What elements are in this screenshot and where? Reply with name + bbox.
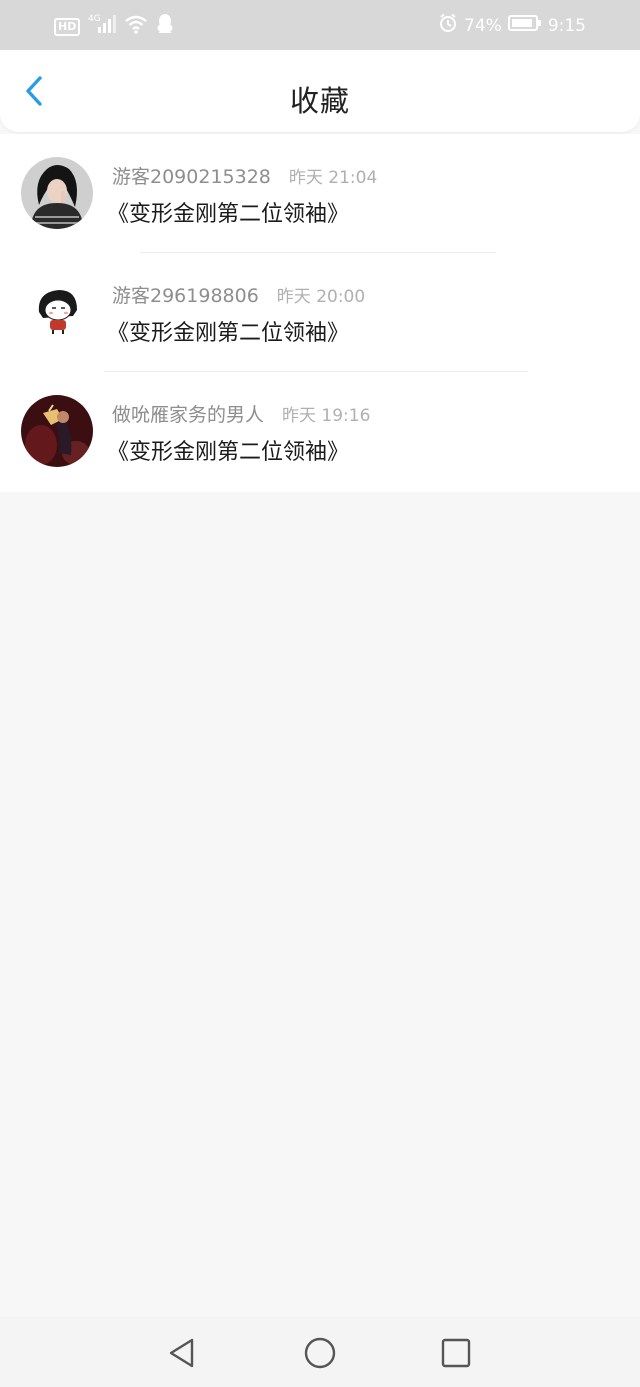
item-meta: 做吮雁家务的男人 昨天 19:16 bbox=[112, 400, 370, 427]
alarm-icon bbox=[438, 13, 458, 38]
item-title[interactable]: 《变形金刚第二位领袖》 bbox=[107, 196, 349, 228]
item-meta: 游客296198806 昨天 20:00 bbox=[112, 281, 365, 308]
favorite-item[interactable]: 游客296198806 昨天 20:00 《变形金刚第二位领袖》 bbox=[0, 253, 640, 372]
status-time: 9:15 bbox=[547, 15, 586, 36]
favorites-list: 游客2090215328 昨天 21:04 《变形金刚第二位领袖》 游客2961… bbox=[0, 134, 640, 492]
network-type-label: 4G bbox=[88, 14, 101, 24]
favorite-item[interactable]: 做吮雁家务的男人 昨天 19:16 《变形金刚第二位领袖》 bbox=[0, 372, 640, 492]
item-username[interactable]: 做吮雁家务的男人 bbox=[112, 400, 264, 427]
item-title[interactable]: 《变形金刚第二位领袖》 bbox=[107, 434, 349, 466]
favorite-item[interactable]: 游客2090215328 昨天 21:04 《变形金刚第二位领袖》 bbox=[0, 134, 640, 253]
page-title: 收藏 bbox=[289, 84, 350, 118]
item-time: 昨天 20:00 bbox=[276, 287, 366, 307]
battery-icon bbox=[507, 14, 542, 37]
avatar[interactable] bbox=[21, 276, 93, 348]
item-title[interactable]: 《变形金刚第二位领袖》 bbox=[107, 315, 349, 347]
back-triangle-icon bbox=[169, 1338, 194, 1368]
nav-home-button[interactable] bbox=[302, 1335, 338, 1371]
item-time: 昨天 21:04 bbox=[288, 168, 378, 188]
item-meta: 游客2090215328 昨天 21:04 bbox=[112, 162, 377, 189]
recents-square-icon bbox=[441, 1338, 471, 1368]
avatar[interactable] bbox=[21, 395, 93, 467]
nav-back-button[interactable] bbox=[165, 1335, 201, 1371]
signal-icon: 4G bbox=[88, 13, 117, 40]
status-left-group: HD 4G bbox=[54, 13, 174, 40]
status-bar: HD 4G 74% 9:15 bbox=[0, 0, 640, 50]
qq-icon bbox=[156, 13, 174, 40]
avatar[interactable] bbox=[21, 157, 93, 229]
status-right-group: 74% 9:15 bbox=[438, 13, 586, 38]
home-circle-icon bbox=[304, 1337, 336, 1369]
battery-percent: 74% bbox=[464, 15, 502, 36]
app-header: 收藏 bbox=[0, 50, 640, 132]
nav-recents-button[interactable] bbox=[438, 1335, 474, 1371]
item-username[interactable]: 游客296198806 bbox=[112, 281, 259, 308]
item-username[interactable]: 游客2090215328 bbox=[112, 162, 271, 189]
system-nav-bar bbox=[0, 1317, 640, 1387]
wifi-icon bbox=[124, 14, 148, 39]
item-time: 昨天 19:16 bbox=[282, 406, 371, 426]
hd-badge: HD bbox=[54, 17, 81, 36]
